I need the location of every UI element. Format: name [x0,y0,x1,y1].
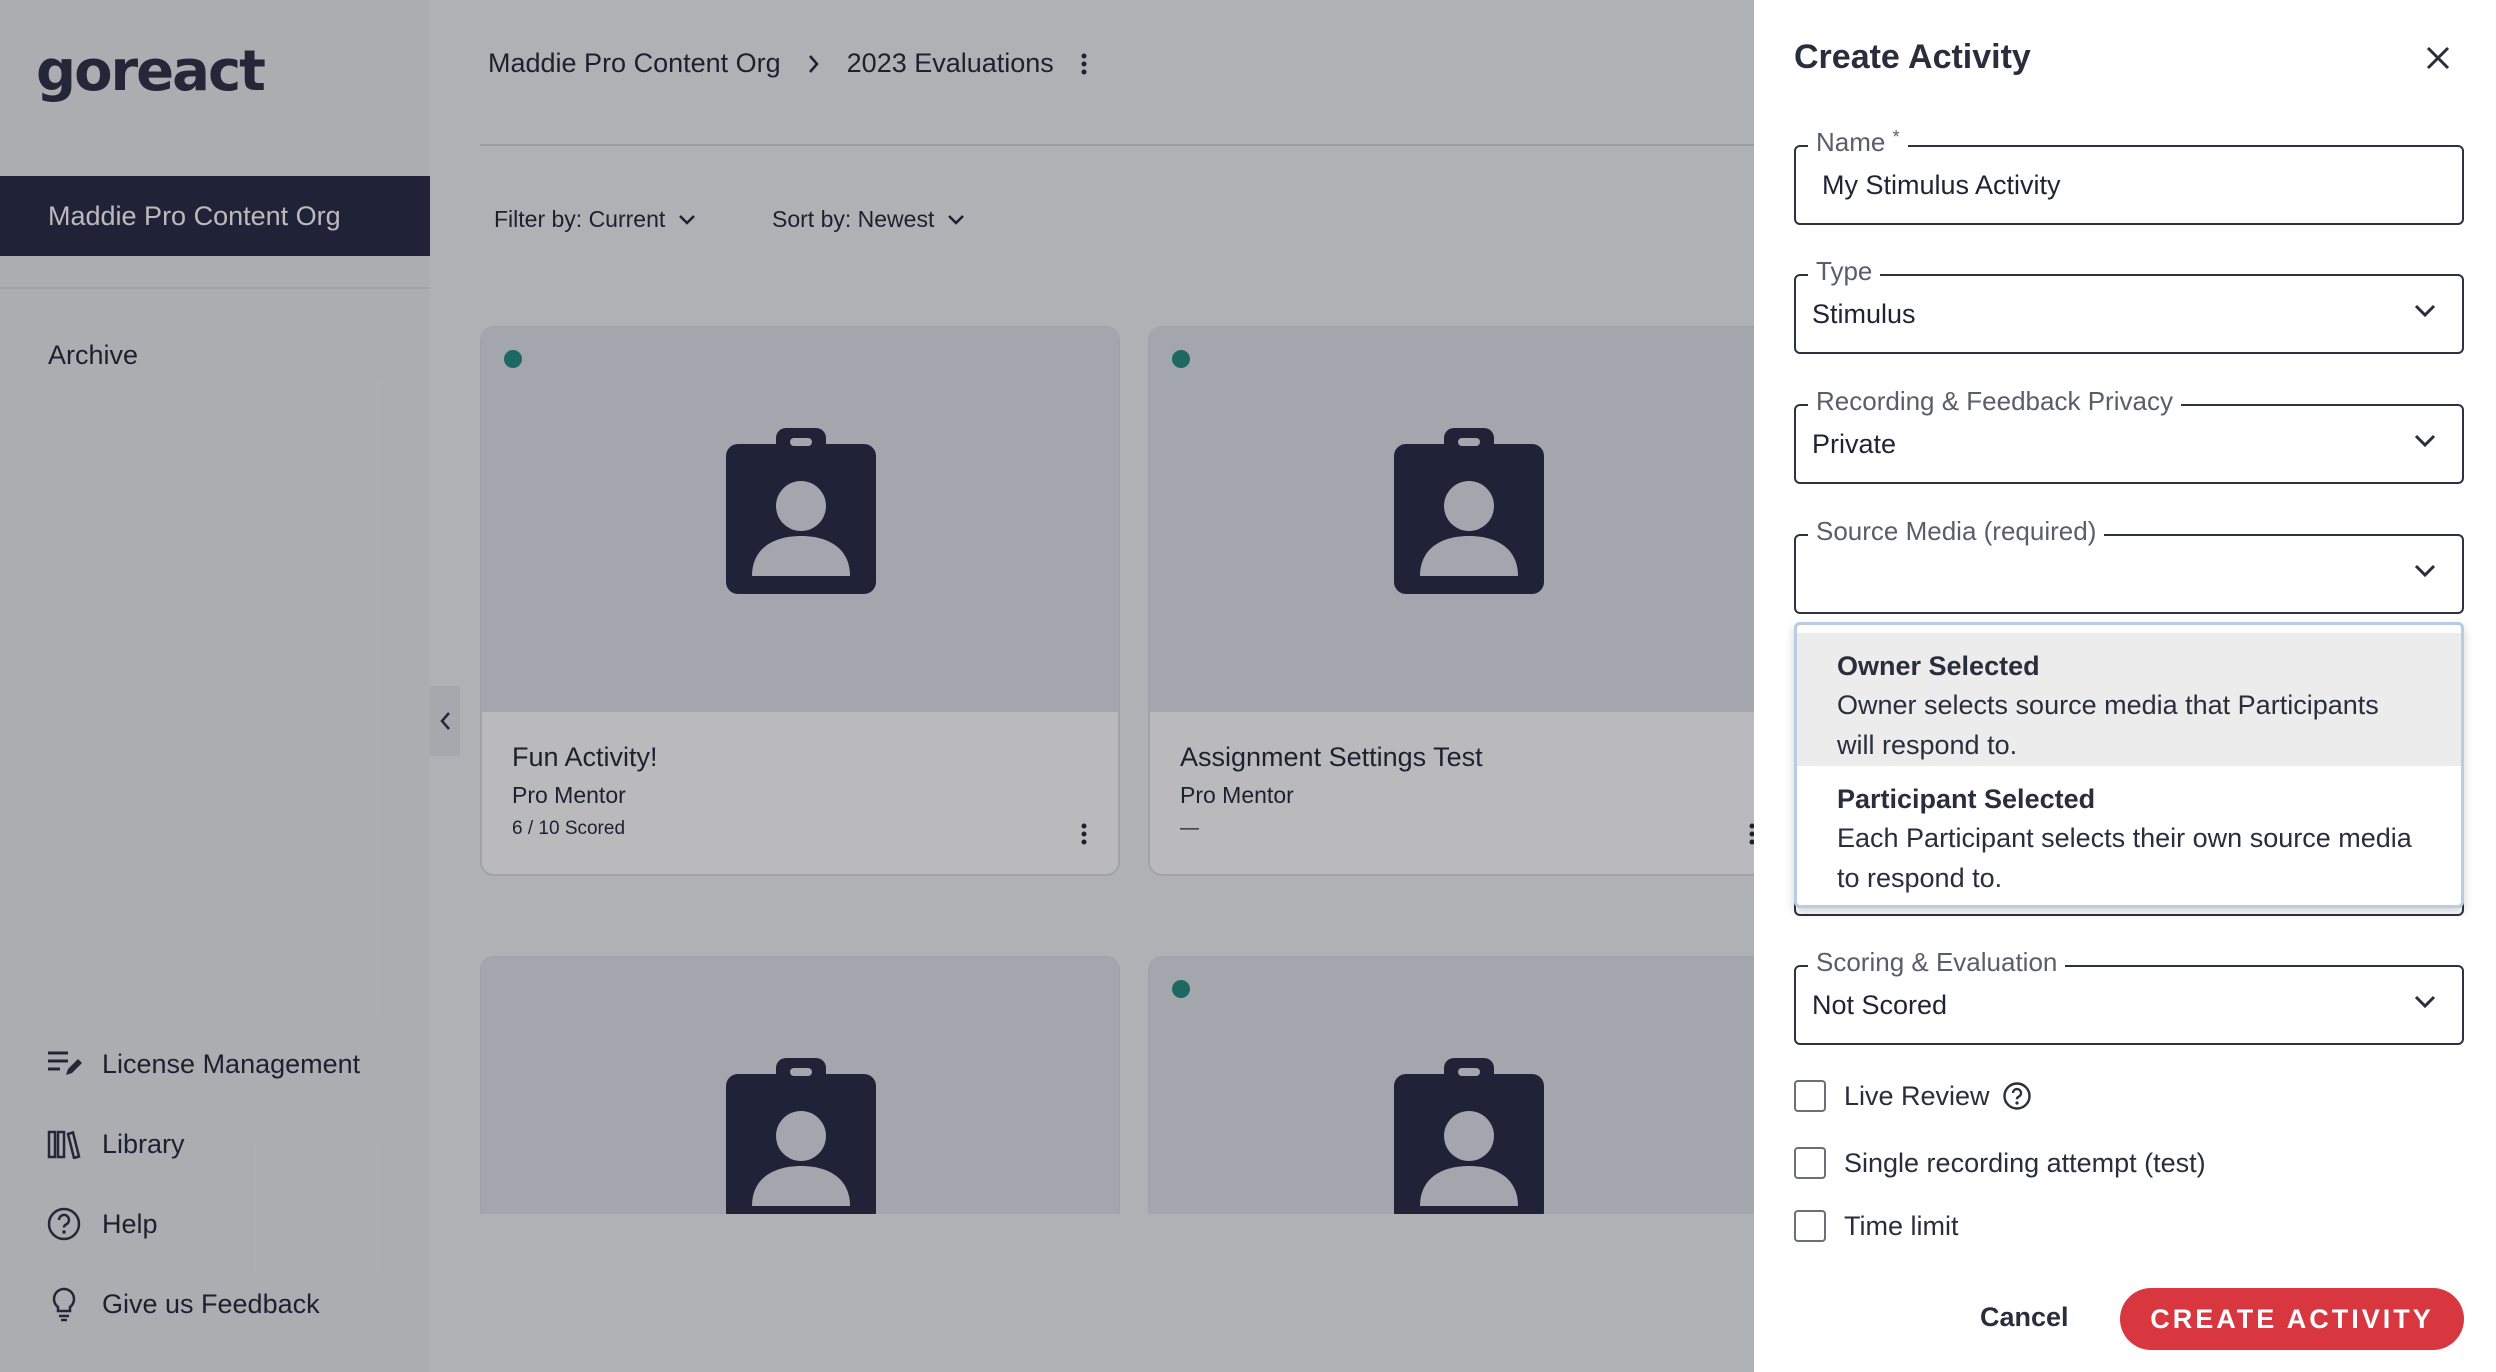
help-circle-icon[interactable] [2002,1081,2032,1111]
panel-title: Create Activity [1794,38,2031,76]
source-media-label: Source Media (required) [1808,516,2105,547]
time-limit-checkbox[interactable] [1794,1210,1826,1242]
create-activity-button[interactable]: CREATE ACTIVITY [2120,1288,2464,1350]
checkbox-label: Time limit [1844,1210,1959,1241]
scoring-value: Not Scored [1812,990,1948,1020]
time-limit-option[interactable]: Time limit [1794,1210,1959,1242]
cancel-button[interactable]: Cancel [1980,1302,2069,1333]
source-media-select[interactable]: Source Media (required) [1794,516,2464,614]
chevron-down-icon [2414,304,2436,318]
close-icon [2426,46,2450,70]
option-description: Owner selects source media that Particip… [1837,690,2379,760]
option-owner-selected[interactable]: Owner Selected Owner selects source medi… [1797,633,2461,766]
chevron-down-icon [2414,434,2436,448]
name-input-value[interactable]: My Stimulus Activity [1822,170,2061,201]
option-participant-selected[interactable]: Participant Selected Each Participant se… [1797,766,2461,899]
option-title: Participant Selected [1837,784,2096,814]
name-label: Name * [1808,127,1908,158]
close-button[interactable] [2416,36,2460,80]
live-review-checkbox[interactable] [1794,1080,1826,1112]
scoring-select[interactable]: Scoring & Evaluation Not Scored [1794,947,2464,1045]
name-field[interactable]: Name * My Stimulus Activity [1794,127,2464,225]
single-attempt-option[interactable]: Single recording attempt (test) [1794,1147,2206,1179]
option-title: Owner Selected [1837,651,2040,681]
privacy-label: Recording & Feedback Privacy [1808,386,2181,417]
chevron-down-icon [2414,995,2436,1009]
scoring-label: Scoring & Evaluation [1808,947,2066,978]
type-label: Type [1808,256,1881,287]
live-review-option[interactable]: Live Review [1794,1080,2032,1112]
checkbox-label: Live Review [1844,1080,1990,1111]
type-select[interactable]: Type Stimulus [1794,256,2464,354]
checkbox-label: Single recording attempt (test) [1844,1147,2206,1178]
create-activity-panel: Create Activity Name * My Stimulus Activ… [1754,0,2496,1372]
chevron-down-icon [2414,564,2436,578]
privacy-value: Private [1812,429,1897,459]
option-description: Each Participant selects their own sourc… [1837,823,2412,893]
privacy-select[interactable]: Recording & Feedback Privacy Private [1794,386,2464,484]
type-value: Stimulus [1812,299,1916,329]
source-media-options: Owner Selected Owner selects source medi… [1794,622,2464,908]
single-attempt-checkbox[interactable] [1794,1147,1826,1179]
